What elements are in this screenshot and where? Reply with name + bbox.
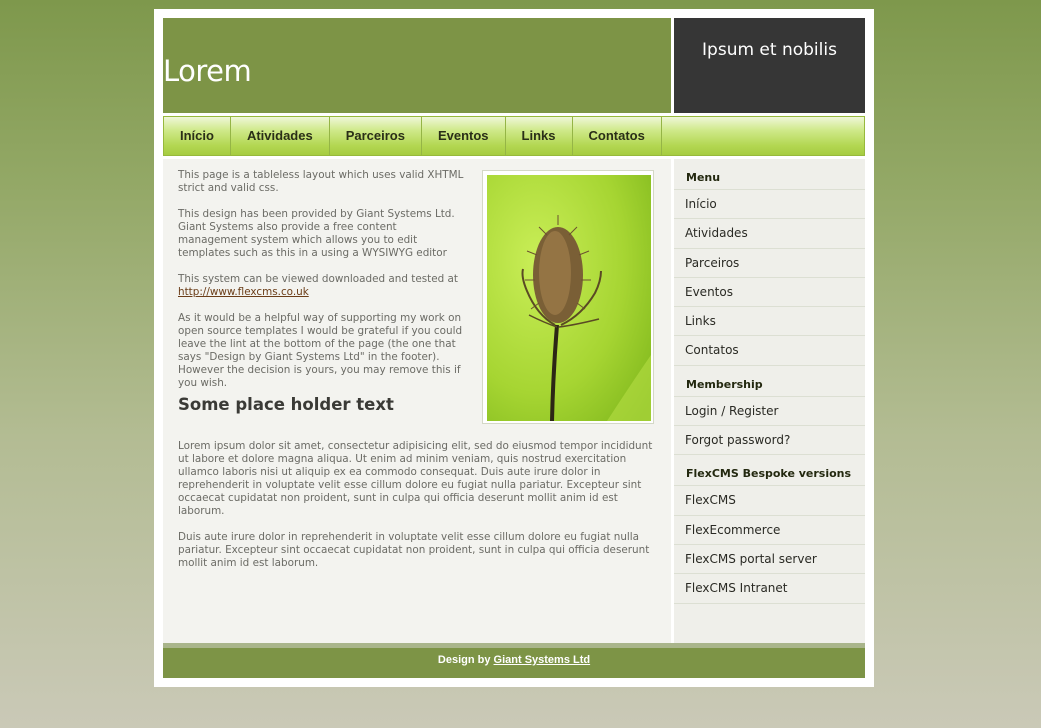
body-text: Lorem ipsum dolor sit amet, consectetur … xyxy=(178,440,660,583)
body-paragraph: Duis aute irure dolor in reprehenderit i… xyxy=(178,531,650,569)
download-paragraph: This system can be viewed downloaded and… xyxy=(178,273,468,299)
sidebar-heading-membership: Membership xyxy=(674,366,865,397)
flexcms-link[interactable]: http://www.flexcms.co.uk xyxy=(178,286,309,298)
teasel-photo-frame xyxy=(482,170,654,424)
sidebar-item-login[interactable]: Login / Register xyxy=(674,397,865,427)
sidebar-heading-flexcms: FlexCMS Bespoke versions xyxy=(674,455,865,487)
download-text: This system can be viewed downloaded and… xyxy=(178,273,458,285)
main-content: This page is a tableless layout which us… xyxy=(163,159,671,643)
intro-paragraph: This page is a tableless layout which us… xyxy=(178,169,464,194)
intro-paragraph: This design has been provided by Giant S… xyxy=(178,208,455,259)
footer-credit-link[interactable]: Giant Systems Ltd xyxy=(494,654,591,666)
nav-item-eventos[interactable]: Eventos xyxy=(422,117,506,155)
sidebar-heading-menu: Menu xyxy=(674,159,865,190)
teasel-photo xyxy=(487,175,651,421)
sidebar-item-links[interactable]: Links xyxy=(674,307,865,337)
intro-paragraph: As it would be a helpful way of supporti… xyxy=(178,312,463,389)
teasel-image xyxy=(487,175,651,421)
sidebar-item-flexecommerce[interactable]: FlexEcommerce xyxy=(674,516,865,545)
nav-item-parceiros[interactable]: Parceiros xyxy=(330,117,422,155)
sidebar-item-forgot-password[interactable]: Forgot password? xyxy=(674,426,865,456)
sidebar-item-inicio[interactable]: Início xyxy=(674,190,865,220)
nav-item-contatos[interactable]: Contatos xyxy=(573,117,662,155)
sidebar-item-intranet[interactable]: FlexCMS Intranet xyxy=(674,574,865,604)
sidebar: Menu Início Atividades Parceiros Eventos… xyxy=(674,159,865,643)
site-tagline: Ipsum et nobilis xyxy=(702,40,837,60)
section-heading: Some place holder text xyxy=(178,395,394,414)
sidebar-item-flexcms[interactable]: FlexCMS xyxy=(674,486,865,516)
footer: Design by Giant Systems Ltd xyxy=(163,648,865,678)
sidebar-item-atividades[interactable]: Atividades xyxy=(674,219,865,249)
header-tagline-box: Ipsum et nobilis xyxy=(674,18,865,113)
nav-item-links[interactable]: Links xyxy=(506,117,573,155)
page-container: Lorem Ipsum et nobilis Início Atividades… xyxy=(154,9,874,687)
site-logo[interactable]: Lorem xyxy=(163,54,252,88)
main-navigation: Início Atividades Parceiros Eventos Link… xyxy=(163,116,865,156)
sidebar-item-contatos[interactable]: Contatos xyxy=(674,336,865,366)
nav-item-inicio[interactable]: Início xyxy=(164,117,231,155)
sidebar-item-eventos[interactable]: Eventos xyxy=(674,278,865,308)
sidebar-item-parceiros[interactable]: Parceiros xyxy=(674,249,865,278)
intro-text: This page is a tableless layout which us… xyxy=(178,169,468,403)
header-banner: Lorem xyxy=(163,18,671,113)
sidebar-item-portal-server[interactable]: FlexCMS portal server xyxy=(674,545,865,575)
body-paragraph: Lorem ipsum dolor sit amet, consectetur … xyxy=(178,440,653,517)
footer-credit-text: Design by xyxy=(437,654,491,666)
nav-item-atividades[interactable]: Atividades xyxy=(231,117,330,155)
